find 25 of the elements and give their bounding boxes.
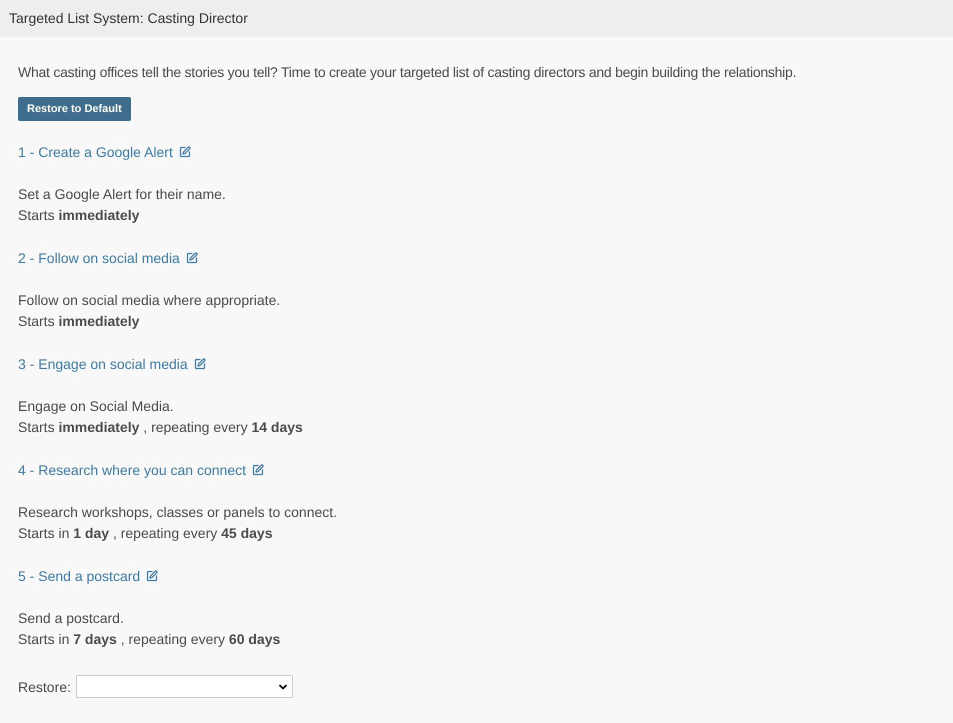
edit-icon xyxy=(252,464,264,476)
step-schedule: Starts immediately xyxy=(18,312,140,331)
edit-icon xyxy=(178,146,191,158)
step-link[interactable]: 4 - Research where you can connect xyxy=(18,460,264,480)
edit-icon xyxy=(194,358,206,370)
step-link[interactable]: 1 - Create a Google Alert xyxy=(18,142,191,162)
step-description: Research workshops, classes or panels to connect. xyxy=(18,503,338,522)
step-description: Send a postcard. xyxy=(18,609,124,628)
step-schedule: Starts in 1 day , repeating every 45 days xyxy=(18,524,272,543)
restore-label: Restore: xyxy=(18,678,71,697)
step-description: Engage on Social Media. xyxy=(18,397,174,416)
step-description: Set a Google Alert for their name. xyxy=(18,185,226,204)
step-schedule: Starts in 7 days , repeating every 60 days xyxy=(18,630,280,649)
step-link[interactable]: 2 - Follow on social media xyxy=(18,248,198,268)
restore-default-button[interactable]: Restore to Default xyxy=(18,97,131,121)
step-description: Follow on social media where appropriate. xyxy=(18,291,280,310)
step-schedule: Starts immediately xyxy=(18,206,140,225)
restore-select[interactable] xyxy=(76,675,293,698)
edit-icon xyxy=(186,252,198,264)
step-schedule: Starts immediately , repeating every 14 days xyxy=(18,418,303,437)
edit-icon xyxy=(146,570,158,582)
step-link[interactable]: 3 - Engage on social media xyxy=(18,354,206,374)
step-link[interactable]: 5 - Send a postcard xyxy=(18,566,158,586)
intro-text: What casting offices tell the stories you tell? Time to create your targeted list of casting directors and begin building the relationship. xyxy=(18,63,796,82)
page-title: Targeted List System: Casting Director xyxy=(9,9,248,28)
